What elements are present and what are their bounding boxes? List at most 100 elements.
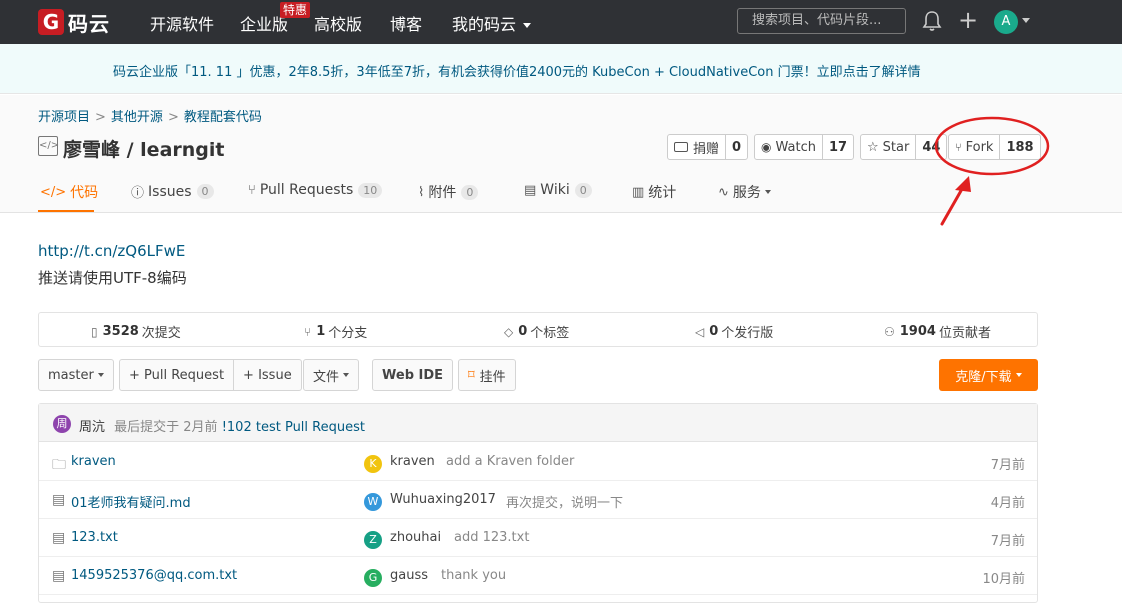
tab-stats[interactable]: ▥ 统计: [632, 182, 676, 202]
avatar[interactable]: G: [364, 569, 382, 587]
active-tab-indicator: [38, 210, 94, 212]
breadcrumb-item[interactable]: 其他开源: [111, 110, 163, 125]
avatar[interactable]: W: [364, 493, 382, 511]
top-nav: G 码云 开源软件 企业版 特惠 高校版 博客 我的码云 搜索项目、代码片段..…: [0, 0, 1122, 44]
pull-requests-count: 10: [358, 182, 383, 198]
widget-button[interactable]: ⌑ 挂件: [458, 359, 516, 391]
breadcrumb-item[interactable]: 开源项目: [38, 110, 90, 125]
tab-attachments[interactable]: ⌇ 附件 0: [418, 182, 479, 202]
table-row[interactable]: ▤ 01老师我有疑问.md W Wuhuaxing2017 再次提交，说明一下 …: [39, 481, 1037, 519]
file-table: 周 周沆 最后提交于 2月前 !102 test Pull Request 🗀 …: [38, 403, 1038, 603]
table-row[interactable]: ▤ 123.txt Z zhouhai add 123.txt 7月前: [39, 519, 1037, 557]
bell-icon[interactable]: [922, 10, 942, 32]
nav-open-source[interactable]: 开源软件: [150, 11, 214, 35]
file-menu-button[interactable]: 文件: [303, 359, 360, 391]
commit-message[interactable]: add a Kraven folder: [446, 454, 574, 469]
new-issue-button[interactable]: + Issue: [233, 360, 301, 390]
issues-count: 0: [196, 184, 214, 199]
chevron-down-icon: [97, 373, 104, 377]
commit-message[interactable]: add 123.txt: [454, 530, 529, 545]
nav-my-gitee-label: 我的码云: [452, 15, 517, 34]
description-link[interactable]: http://t.cn/zQ6LFwE: [38, 242, 185, 260]
promo-banner-link[interactable]: 码云企业版「11. 11 」优惠，2年8.5折，3年低至7折，有机会获得价值24…: [113, 61, 921, 80]
commit-message[interactable]: !102 test Pull Request: [222, 420, 365, 435]
nav-university[interactable]: 高校版: [314, 11, 362, 35]
table-row[interactable]: ▤ 1459525376@qq.com.txt G gauss thank yo…: [39, 557, 1037, 595]
avatar[interactable]: K: [364, 455, 382, 473]
breadcrumb-item[interactable]: 教程配套代码: [184, 110, 262, 125]
stat-contributors[interactable]: ⚇ 1904 位贡献者: [884, 322, 991, 341]
commit-author[interactable]: zhouhai: [390, 530, 441, 545]
plus-icon[interactable]: +: [958, 8, 978, 32]
bar-chart-icon: ▥: [632, 184, 645, 200]
fork-button[interactable]: ⑂ Fork 188: [948, 134, 1041, 160]
logo-icon: G: [38, 9, 64, 35]
file-icon: ▤: [52, 530, 66, 546]
search-placeholder: 搜索项目、代码片段...: [752, 13, 882, 28]
search-input[interactable]: 搜索项目、代码片段...: [737, 8, 906, 34]
tab-issues[interactable]: ⓘ Issues 0: [131, 182, 214, 201]
tab-services[interactable]: ∿ 服务: [718, 182, 771, 202]
commit-time: 最后提交于 2月前: [114, 420, 218, 435]
tab-pull-requests[interactable]: ⑂ Pull Requests 10: [248, 182, 383, 198]
commit-icon: ▯: [91, 324, 98, 339]
commit-author[interactable]: gauss: [390, 568, 428, 583]
clone-download-button[interactable]: 克隆/下载: [939, 359, 1038, 391]
stat-tags[interactable]: ◇ 0 个标签: [504, 322, 569, 341]
donate-button[interactable]: 捐赠 0: [667, 134, 749, 160]
avatar[interactable]: 周: [53, 415, 71, 433]
new-pull-request-button[interactable]: + Pull Request: [120, 360, 233, 390]
donate-count: 0: [725, 135, 747, 159]
chevron-down-icon: [1015, 373, 1022, 377]
tag-icon: ◇: [504, 324, 514, 339]
commit-author[interactable]: 周沆: [79, 420, 105, 435]
code-icon: </>: [40, 184, 67, 200]
wiki-count: 0: [574, 182, 592, 198]
file-name[interactable]: 123.txt: [71, 530, 118, 545]
chevron-down-icon: [764, 190, 771, 194]
commit-author[interactable]: Wuhuaxing2017: [390, 492, 496, 507]
file-name[interactable]: 01老师我有疑问.md: [71, 492, 191, 511]
watch-button[interactable]: ◉ Watch 17: [754, 134, 855, 160]
file-name[interactable]: kraven: [71, 454, 116, 469]
chevron-down-icon: [343, 373, 350, 377]
nav-my-gitee[interactable]: 我的码云: [452, 11, 532, 35]
commit-time: 7月前: [990, 458, 1025, 473]
description-text: 推送请使用UTF-8编码: [38, 269, 187, 287]
book-icon: ▤: [524, 182, 537, 198]
chevron-down-icon[interactable]: [1022, 18, 1030, 23]
attachments-count: 0: [461, 184, 479, 200]
avatar[interactable]: Z: [364, 531, 382, 549]
watch-count: 17: [821, 135, 853, 159]
tab-code[interactable]: </> 代码: [40, 182, 98, 202]
branch-select[interactable]: master: [38, 359, 114, 391]
star-count: 44: [915, 135, 946, 159]
commit-author[interactable]: kraven: [390, 454, 435, 469]
stat-branches[interactable]: ⑂ 1 个分支: [304, 322, 367, 341]
issue-icon: ⓘ: [131, 186, 145, 201]
stat-releases[interactable]: ◁ 0 个发行版: [695, 322, 773, 341]
breadcrumb: 开源项目 > 其他开源 > 教程配套代码: [38, 110, 262, 125]
file-name[interactable]: 1459525376@qq.com.txt: [71, 568, 237, 583]
nav-blog[interactable]: 博客: [390, 11, 422, 35]
commit-time: 7月前: [990, 534, 1025, 549]
fork-count: 188: [999, 135, 1039, 159]
pulse-icon: ∿: [718, 184, 729, 200]
tab-wiki[interactable]: ▤ Wiki 0: [524, 182, 592, 198]
avatar[interactable]: A: [994, 10, 1018, 34]
web-ide-button[interactable]: Web IDE: [372, 359, 454, 391]
pr-issue-group: + Pull Request + Issue: [119, 359, 302, 391]
logo-text: 码云: [68, 11, 110, 36]
stat-commits[interactable]: ▯ 3528 次提交: [91, 322, 181, 341]
release-icon: ◁: [695, 324, 705, 339]
star-icon: ☆: [867, 139, 879, 155]
last-commit-bar: 周 周沆 最后提交于 2月前 !102 test Pull Request: [39, 404, 1037, 442]
commit-message[interactable]: 再次提交，说明一下: [506, 492, 623, 511]
promo-badge: 特惠: [280, 2, 311, 18]
page-title[interactable]: 廖雪峰 / learngit: [63, 135, 224, 162]
logo[interactable]: G 码云: [38, 8, 110, 36]
star-button[interactable]: ☆ Star 44: [860, 134, 948, 160]
commit-time: 10月前: [982, 572, 1025, 587]
commit-message[interactable]: thank you: [441, 568, 506, 583]
table-row[interactable]: 🗀 kraven K kraven add a Kraven folder 7月…: [39, 443, 1037, 481]
